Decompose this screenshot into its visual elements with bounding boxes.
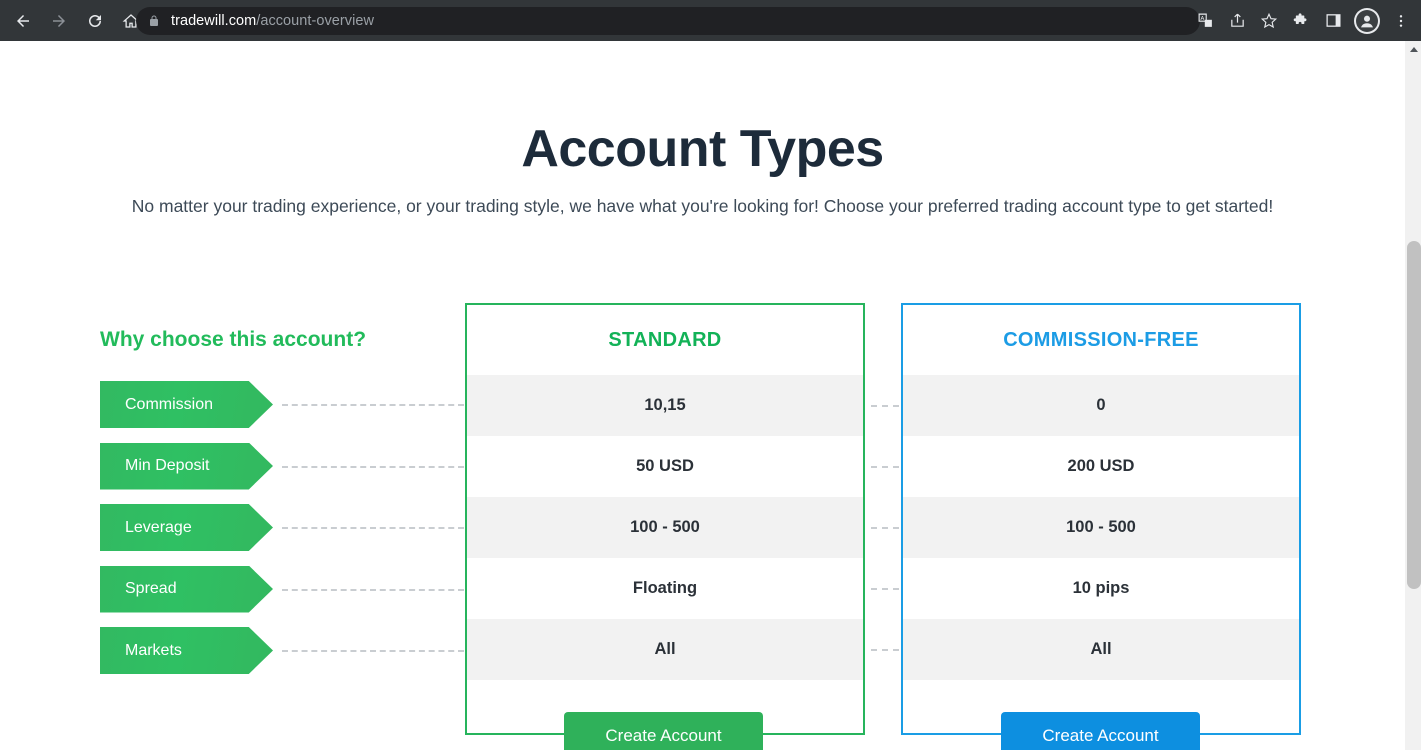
- account-card-title: COMMISSION-FREE: [903, 305, 1299, 375]
- feature-connector: [282, 404, 464, 406]
- share-icon: [1229, 12, 1246, 29]
- page-title: Account Types: [0, 119, 1405, 179]
- feature-connector: [282, 589, 464, 591]
- translate-button[interactable]: A: [1189, 5, 1221, 37]
- page-scrollbar[interactable]: [1405, 41, 1421, 750]
- feature-row: Min Deposit: [100, 443, 480, 505]
- url-domain: tradewill.com: [171, 13, 256, 29]
- card-connector: [871, 527, 899, 529]
- feature-list: Commission Min Deposit Leverage Spread M…: [100, 381, 480, 689]
- svg-text:A: A: [1200, 16, 1204, 22]
- account-value-min-deposit: 50 USD: [467, 436, 863, 497]
- forward-button[interactable]: [42, 4, 76, 38]
- feature-pill-min-deposit: Min Deposit: [100, 443, 273, 490]
- account-value-min-deposit: 200 USD: [903, 436, 1299, 497]
- account-value-leverage: 100 - 500: [467, 497, 863, 558]
- puzzle-icon: [1293, 12, 1310, 29]
- side-panel-icon: [1325, 12, 1342, 29]
- reload-icon: [86, 12, 104, 30]
- forward-arrow-icon: [50, 12, 68, 30]
- feature-row: Markets: [100, 627, 480, 689]
- address-bar[interactable]: tradewill.com/account-overview: [136, 7, 1200, 35]
- translate-icon: A: [1197, 12, 1214, 29]
- account-value-commission: 0: [903, 375, 1299, 436]
- navigation-buttons: [0, 4, 148, 38]
- profile-button[interactable]: [1354, 8, 1380, 34]
- menu-button[interactable]: [1385, 5, 1417, 37]
- side-panel-button[interactable]: [1317, 5, 1349, 37]
- bookmark-button[interactable]: [1253, 5, 1285, 37]
- account-value-spread: Floating: [467, 558, 863, 619]
- account-card-commission-free[interactable]: COMMISSION-FREE 0 200 USD 100 - 500 10 p…: [901, 303, 1301, 735]
- back-button[interactable]: [6, 4, 40, 38]
- feature-pill-markets: Markets: [100, 627, 273, 674]
- extensions-button[interactable]: [1285, 5, 1317, 37]
- card-connector: [871, 649, 899, 651]
- account-value-markets: All: [903, 619, 1299, 680]
- scroll-up-arrow-icon[interactable]: [1406, 41, 1421, 57]
- page-subtitle: No matter your trading experience, or yo…: [0, 196, 1405, 217]
- reload-button[interactable]: [78, 4, 112, 38]
- browser-toolbar: tradewill.com/account-overview A: [0, 0, 1421, 41]
- feature-row: Commission: [100, 381, 480, 443]
- card-connector: [871, 588, 899, 590]
- feature-connector: [282, 466, 464, 468]
- account-value-markets: All: [467, 619, 863, 680]
- feature-pill-commission: Commission: [100, 381, 273, 428]
- why-choose-heading: Why choose this account?: [100, 328, 366, 352]
- feature-connector: [282, 650, 464, 652]
- toolbar-actions: A: [1189, 0, 1417, 41]
- card-connector: [871, 466, 899, 468]
- star-icon: [1260, 12, 1278, 30]
- url-text: tradewill.com/account-overview: [171, 13, 374, 29]
- card-connector: [871, 405, 899, 407]
- feature-pill-leverage: Leverage: [100, 504, 273, 551]
- page-content: Account Types No matter your trading exp…: [0, 41, 1405, 750]
- account-card-title: STANDARD: [467, 305, 863, 375]
- feature-connector: [282, 527, 464, 529]
- share-button[interactable]: [1221, 5, 1253, 37]
- account-value-commission: 10,15: [467, 375, 863, 436]
- feature-row: Spread: [100, 566, 480, 628]
- account-value-spread: 10 pips: [903, 558, 1299, 619]
- three-dot-menu-icon: [1393, 13, 1409, 29]
- create-account-button-commission-free[interactable]: Create Account: [1001, 712, 1200, 750]
- account-card-standard[interactable]: STANDARD 10,15 50 USD 100 - 500 Floating…: [465, 303, 865, 735]
- feature-pill-spread: Spread: [100, 566, 273, 613]
- account-value-leverage: 100 - 500: [903, 497, 1299, 558]
- scrollbar-thumb[interactable]: [1407, 241, 1421, 589]
- create-account-button-standard[interactable]: Create Account: [564, 712, 763, 750]
- lock-icon: [148, 14, 160, 28]
- feature-row: Leverage: [100, 504, 480, 566]
- back-arrow-icon: [14, 12, 32, 30]
- url-path: /account-overview: [256, 13, 374, 29]
- profile-avatar-icon: [1356, 10, 1378, 32]
